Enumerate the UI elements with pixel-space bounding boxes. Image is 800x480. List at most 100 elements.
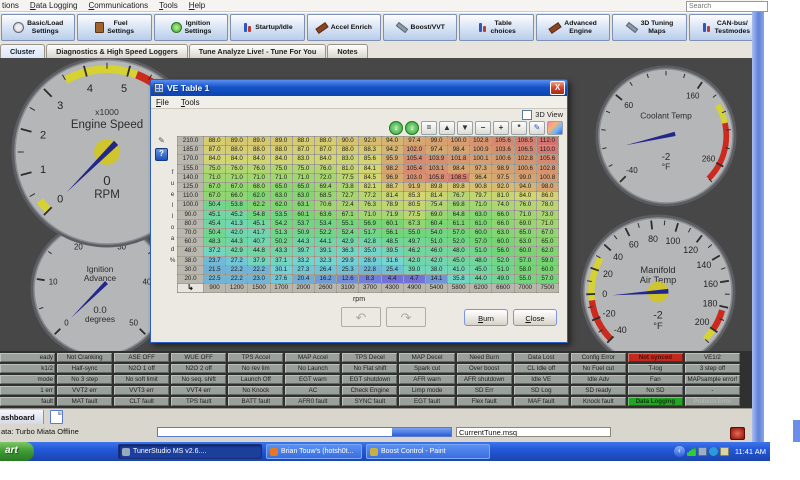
ve-cell[interactable]: 100.0	[448, 137, 470, 146]
ve-cell[interactable]: 4.4	[381, 275, 403, 284]
ve-cell[interactable]: 71.0	[226, 173, 248, 182]
ve-cell[interactable]: 84.1	[359, 164, 381, 173]
ve-cell[interactable]: 51.7	[359, 229, 381, 238]
undo-button[interactable]: ↶	[341, 307, 381, 327]
ve-cell[interactable]: 65.0	[514, 229, 536, 238]
ve-cell[interactable]: 42.8	[359, 238, 381, 247]
ve-cell[interactable]: 44.1	[314, 238, 336, 247]
dialog-menu-tools[interactable]: Tools	[181, 98, 200, 107]
ve-cell[interactable]: 97.4	[403, 137, 425, 146]
ve-cell[interactable]: 71.0	[270, 173, 292, 182]
ve-cell[interactable]: 43.3	[270, 247, 292, 256]
ve-cell[interactable]: 95.9	[381, 155, 403, 164]
green-arrow-icon-2[interactable]: ↓	[405, 121, 419, 135]
ve-cell[interactable]: 48.0	[448, 247, 470, 256]
ve-cell[interactable]: 41.3	[226, 219, 248, 228]
ve-cell[interactable]: 49.7	[403, 238, 425, 247]
ve-cell[interactable]: 90.0	[337, 137, 359, 146]
ve-cell[interactable]: 52.2	[314, 229, 336, 238]
ve-cell[interactable]: 54.2	[270, 219, 292, 228]
ve-cell[interactable]: 44.3	[292, 238, 314, 247]
ve-cell[interactable]: 55.0	[403, 229, 425, 238]
ve-cell[interactable]: 60.0	[470, 229, 492, 238]
ve-cell[interactable]: 105.4	[403, 155, 425, 164]
ve-cell[interactable]: 23.0	[248, 275, 270, 284]
ve-cell[interactable]: 102.8	[514, 155, 536, 164]
ve-cell[interactable]: 61.0	[470, 219, 492, 228]
ve-cell[interactable]: 62.0	[248, 192, 270, 201]
ve-cell[interactable]: 26.4	[314, 265, 336, 274]
burn-button[interactable]: Burn	[464, 309, 508, 326]
ve-cell[interactable]: 89.0	[226, 137, 248, 146]
ve-cell[interactable]: 32.3	[314, 256, 336, 265]
ve-cell[interactable]: 88.3	[359, 146, 381, 155]
ve-cell[interactable]: 73.8	[337, 183, 359, 192]
ve-cell[interactable]: 50.4	[204, 229, 226, 238]
ve-cell[interactable]: 106.5	[514, 146, 536, 155]
ve-cell[interactable]: 87.0	[314, 146, 336, 155]
ve-cell[interactable]: 50.4	[204, 201, 226, 210]
edit-pencil-icon[interactable]: ✎	[529, 121, 545, 135]
ve-cell[interactable]: 100.6	[492, 155, 514, 164]
ve-cell[interactable]: 39.1	[314, 247, 336, 256]
taskbar-task-brian-touw-s-hotsh0t[interactable]: Brian Touw's (hotsh0t...	[266, 444, 362, 459]
ve-cell[interactable]: 52.0	[492, 256, 514, 265]
ve-cell[interactable]: 98.0	[536, 183, 558, 192]
ve-cell[interactable]: 66.0	[226, 192, 248, 201]
ve-cell[interactable]: 39.7	[292, 247, 314, 256]
ve-cell[interactable]: 72.4	[337, 201, 359, 210]
ve-cell[interactable]: 62.0	[270, 201, 292, 210]
ve-cell[interactable]: 88.0	[337, 146, 359, 155]
ve-cell[interactable]: 48.3	[204, 238, 226, 247]
close-icon[interactable]: X	[550, 81, 565, 95]
ve-cell[interactable]: 71.0	[536, 219, 558, 228]
ve-cell[interactable]: 68.0	[248, 183, 270, 192]
ve-cell[interactable]: 60.1	[381, 219, 403, 228]
ve-cell[interactable]: 27.2	[226, 256, 248, 265]
ve-cell[interactable]: 22.2	[226, 265, 248, 274]
toolbar-button-ignition-settings[interactable]: Ignition Settings	[154, 14, 228, 41]
3d-view-checkbox[interactable]	[522, 110, 532, 120]
increase-icon[interactable]: ▲	[439, 121, 455, 135]
ve-cell[interactable]: 98.9	[492, 164, 514, 173]
ve-cell[interactable]: 89.0	[248, 137, 270, 146]
ve-cell[interactable]: 67.0	[226, 183, 248, 192]
ve-cell[interactable]: 65.0	[536, 238, 558, 247]
redo-button[interactable]: ↷	[386, 307, 426, 327]
ve-cell[interactable]: 22.8	[359, 265, 381, 274]
ve-cell[interactable]: 100.9	[470, 146, 492, 155]
ve-cell[interactable]: 80.5	[403, 201, 425, 210]
ve-cell[interactable]: 71.0	[204, 173, 226, 182]
ve-cell[interactable]: 36.3	[337, 247, 359, 256]
ve-cell[interactable]: 12.6	[337, 275, 359, 284]
ve-cell[interactable]: 76.0	[226, 164, 248, 173]
ve-cell[interactable]: 63.0	[492, 229, 514, 238]
ve-cell[interactable]: 55.0	[514, 275, 536, 284]
ve-cell[interactable]: 82.1	[359, 183, 381, 192]
ve-cell[interactable]: 22.2	[226, 275, 248, 284]
menu-tions[interactable]: tions	[2, 1, 19, 10]
ve-cell[interactable]: 60.1	[292, 210, 314, 219]
ve-cell[interactable]: 101.8	[448, 155, 470, 164]
ve-cell[interactable]: 60.0	[514, 247, 536, 256]
ve-cell[interactable]: 105.4	[403, 164, 425, 173]
ve-cell[interactable]: 63.0	[470, 210, 492, 219]
ve-cell[interactable]: 103.9	[425, 155, 447, 164]
ve-cell[interactable]: 46.2	[403, 247, 425, 256]
network-icon[interactable]	[698, 447, 707, 456]
ve-cell[interactable]: 77.5	[337, 173, 359, 182]
ve-cell[interactable]: 88.0	[270, 146, 292, 155]
plus-icon[interactable]: +	[493, 121, 509, 135]
ve-cell[interactable]: 77.5	[403, 210, 425, 219]
ve-cell[interactable]: 63.6	[314, 210, 336, 219]
ve-cell[interactable]: 94.0	[381, 137, 403, 146]
toolbar-button-table-choices[interactable]: Table choices	[459, 14, 533, 41]
decrease-icon[interactable]: ▼	[457, 121, 473, 135]
ve-cell[interactable]: 102.0	[403, 146, 425, 155]
ve-cell[interactable]: 84.0	[226, 155, 248, 164]
ve-cell[interactable]: 56.9	[359, 219, 381, 228]
search-input[interactable]	[686, 1, 768, 12]
ve-cell[interactable]: 81.4	[381, 192, 403, 201]
toolbar-button-accel-enrich[interactable]: Accel Enrich	[307, 14, 381, 41]
ve-cell[interactable]: 37.1	[270, 256, 292, 265]
